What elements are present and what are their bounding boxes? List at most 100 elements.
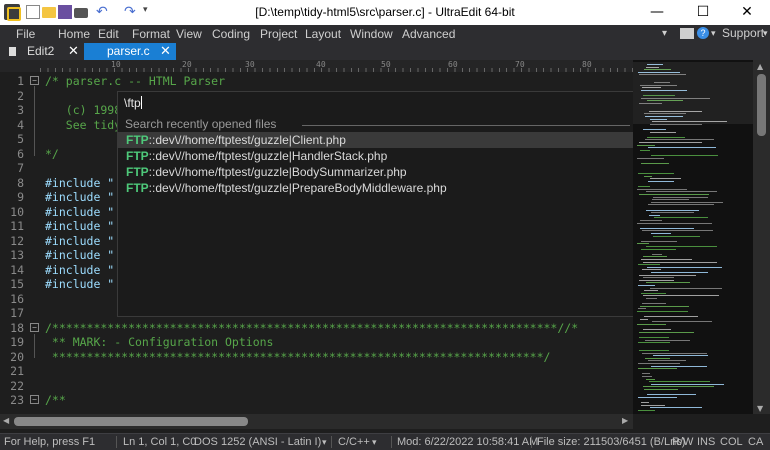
status-read-write[interactable]: R/W bbox=[672, 436, 693, 448]
close-tab-icon[interactable]: ✕ bbox=[160, 43, 171, 59]
code-line[interactable]: 21 bbox=[0, 364, 633, 379]
support-menu[interactable]: Support bbox=[722, 26, 764, 40]
code-line[interactable]: 18−/************************************… bbox=[0, 321, 633, 336]
menu-home[interactable]: Home bbox=[58, 27, 90, 41]
vertical-scrollbar[interactable]: ▲ ▼ bbox=[753, 60, 770, 414]
horizontal-scroll-thumb[interactable] bbox=[14, 417, 248, 426]
tab-parser-c[interactable]: parser.c ✕ bbox=[84, 43, 176, 60]
status-insert-mode[interactable]: INS bbox=[697, 436, 715, 448]
recent-file-item[interactable]: FTP::dev\//home/ftptest/guzzle|PrepareBo… bbox=[118, 180, 655, 196]
scroll-down-icon[interactable]: ▼ bbox=[757, 404, 763, 413]
support-caret-icon[interactable]: ▾ bbox=[763, 28, 768, 39]
close-window-button[interactable]: ✕ bbox=[724, 0, 770, 25]
code-text: /***************************************… bbox=[45, 320, 579, 335]
code-line[interactable]: 23−/** bbox=[0, 393, 633, 408]
minimap-stroke bbox=[641, 404, 665, 406]
status-cursor-position[interactable]: Ln 1, Col 1, C0 bbox=[123, 436, 196, 448]
minimap-stroke bbox=[645, 139, 714, 141]
code-text: #include " bbox=[45, 204, 115, 219]
tab-bar: Edit2 ✕ parser.c ✕ bbox=[0, 43, 770, 60]
minimap-stroke bbox=[637, 324, 666, 325]
minimap-stroke bbox=[642, 373, 650, 375]
scroll-right-icon[interactable]: ▶ bbox=[622, 416, 628, 425]
ribbon-toggle-caret-icon[interactable]: ▾ bbox=[662, 28, 667, 39]
code-line[interactable]: 1−/* parser.c -- HTML Parser bbox=[0, 74, 633, 89]
menu-file[interactable]: File bbox=[16, 27, 35, 41]
scroll-left-icon[interactable]: ◀ bbox=[3, 416, 9, 425]
recent-file-item[interactable]: FTP::dev\//home/ftptest/guzzle|Client.ph… bbox=[118, 132, 655, 148]
minimap-stroke bbox=[640, 305, 689, 307]
help-caret-icon[interactable]: ▾ bbox=[711, 28, 716, 39]
status-encoding[interactable]: 1252 (ANSI - Latin I) bbox=[221, 436, 321, 448]
code-line[interactable]: 19 ** MARK: - Configuration Options bbox=[0, 335, 633, 350]
minimap-stroke bbox=[651, 201, 723, 203]
code-minimap[interactable] bbox=[633, 60, 753, 414]
line-number: 22 bbox=[10, 378, 24, 393]
menu-window[interactable]: Window bbox=[350, 27, 393, 41]
menu-coding[interactable]: Coding bbox=[212, 27, 250, 41]
fold-toggle-icon[interactable]: − bbox=[30, 322, 39, 332]
minimap-stroke bbox=[647, 266, 722, 268]
minimap-stroke bbox=[653, 355, 708, 357]
maximize-button[interactable]: ☐ bbox=[680, 0, 726, 25]
recent-files-search-input[interactable]: \ftp bbox=[124, 96, 649, 114]
menu-layout[interactable]: Layout bbox=[305, 27, 341, 41]
menu-view[interactable]: View bbox=[176, 27, 202, 41]
status-bar: For Help, press F1 Ln 1, Col 1, C0 DOS 1… bbox=[0, 433, 770, 450]
recent-file-item[interactable]: FTP::dev\//home/ftptest/guzzle|HandlerSt… bbox=[118, 148, 655, 164]
menu-advanced[interactable]: Advanced bbox=[402, 27, 455, 41]
status-separator bbox=[391, 436, 392, 448]
horizontal-scrollbar[interactable]: ◀ ▶ bbox=[0, 414, 633, 429]
minimap-stroke bbox=[651, 365, 707, 367]
code-text: #include " bbox=[45, 175, 115, 190]
minimap-stroke bbox=[640, 220, 662, 221]
scroll-up-icon[interactable]: ▲ bbox=[757, 62, 763, 71]
minimap-stroke bbox=[648, 147, 716, 149]
language-caret-icon[interactable]: ▾ bbox=[372, 437, 377, 448]
tab-edit2[interactable]: Edit2 ✕ bbox=[0, 43, 84, 60]
code-text: #include " bbox=[45, 233, 115, 248]
minimap-stroke bbox=[638, 363, 680, 364]
minimap-viewport[interactable] bbox=[633, 62, 753, 124]
minimap-stroke bbox=[641, 259, 692, 260]
encoding-caret-icon[interactable]: ▾ bbox=[322, 437, 327, 448]
code-line[interactable]: 20 *************************************… bbox=[0, 350, 633, 365]
minimap-stroke bbox=[643, 256, 667, 258]
minimap-stroke bbox=[650, 287, 722, 289]
minimap-stroke bbox=[637, 222, 712, 224]
minimap-stroke bbox=[652, 321, 712, 323]
status-column-mode[interactable]: COL bbox=[720, 436, 743, 448]
vertical-scroll-thumb[interactable] bbox=[757, 74, 766, 136]
minimap-stroke bbox=[641, 292, 666, 294]
code-line[interactable]: 22 bbox=[0, 379, 633, 394]
close-tab-icon[interactable]: ✕ bbox=[68, 43, 79, 59]
line-number: 19 bbox=[10, 335, 24, 349]
status-separator bbox=[331, 436, 332, 448]
minimap-stroke bbox=[646, 209, 699, 211]
fold-toggle-icon[interactable]: − bbox=[30, 76, 39, 85]
minimap-stroke bbox=[646, 191, 717, 193]
ruler-label: 70 bbox=[515, 60, 525, 69]
minimap-stroke bbox=[638, 285, 655, 286]
help-icon[interactable]: ? bbox=[697, 27, 709, 39]
layout-icon[interactable] bbox=[680, 28, 694, 39]
minimap-stroke bbox=[648, 204, 714, 206]
line-number: 17 bbox=[10, 306, 24, 320]
menu-format[interactable]: Format bbox=[132, 27, 170, 41]
minimize-button[interactable]: — bbox=[634, 0, 680, 25]
minimap-stroke bbox=[637, 144, 655, 146]
fold-toggle-icon[interactable]: − bbox=[30, 395, 39, 404]
line-number: 15 bbox=[10, 277, 24, 291]
minimap-stroke bbox=[643, 329, 671, 331]
recent-file-item[interactable]: FTP::dev\//home/ftptest/guzzle|BodySumma… bbox=[118, 164, 655, 180]
minimap-stroke bbox=[650, 131, 676, 133]
status-file-size: File size: 211503/6451 (B/Lns) bbox=[537, 436, 686, 448]
minimap-stroke bbox=[653, 235, 700, 237]
menu-edit[interactable]: Edit bbox=[98, 27, 119, 41]
minimap-stroke bbox=[652, 253, 662, 255]
status-language[interactable]: C/C++ bbox=[338, 436, 370, 448]
status-line-ending[interactable]: DOS bbox=[194, 436, 218, 448]
menu-project[interactable]: Project bbox=[260, 27, 297, 41]
line-number: 10 bbox=[10, 204, 24, 219]
line-number: 7 bbox=[17, 161, 24, 175]
